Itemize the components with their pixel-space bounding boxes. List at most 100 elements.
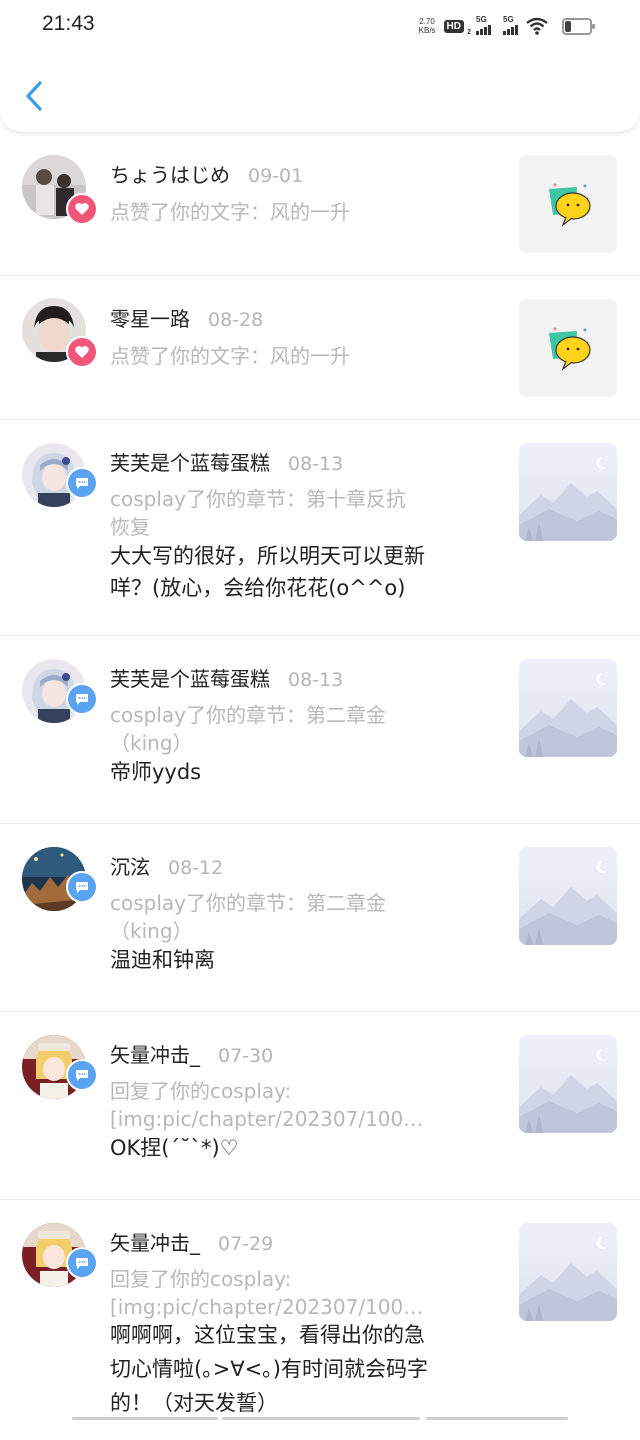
status-time: 21:43	[42, 12, 95, 35]
hd-icon: HD 2	[443, 19, 471, 36]
thumbnail[interactable]	[519, 847, 617, 945]
thumbnail[interactable]	[519, 299, 617, 397]
chat-bubble-icon	[76, 882, 88, 893]
chevron-left-icon	[26, 81, 42, 111]
mountain-placeholder-icon	[519, 659, 617, 757]
signal-icon-2: 5G	[503, 15, 518, 35]
date: 07-30	[218, 1045, 274, 1067]
status-icons: 2.70 KB/s HD 2 5G 5G	[419, 14, 595, 38]
notification-item[interactable]: 芙芙是个蓝莓蛋糕 08-13 cosplay了你的章节：第十章反抗 恢复 大大写的…	[0, 420, 640, 636]
content-line: 切心情啦(｡>∀<｡)有时间就会码字	[110, 1357, 428, 1381]
user-name[interactable]: 沉泫	[110, 855, 150, 879]
date: 08-28	[208, 309, 264, 331]
thumbnail[interactable]	[519, 155, 617, 253]
content-line: 啊啊啊，这位宝宝，看得出你的急	[110, 1323, 425, 1347]
action-line: cosplay了你的章节：第二章金	[110, 891, 386, 915]
network-speed-value: 2.70	[419, 17, 435, 26]
action-line: 恢复	[110, 515, 150, 539]
user-name[interactable]: 零星一路	[110, 307, 190, 331]
user-name-line: 芙芙是个蓝莓蛋糕 08-13	[110, 663, 343, 692]
scroll-indicator[interactable]	[426, 1417, 568, 1420]
notification-item[interactable]: 矢量冲击_ 07-29 回复了你的cosplay: [img:pic/chapte…	[0, 1200, 640, 1440]
comment-badge	[66, 1247, 98, 1279]
hd-label: HD	[446, 20, 461, 32]
thumbnail[interactable]	[519, 659, 617, 757]
user-name[interactable]: 芙芙是个蓝莓蛋糕	[110, 667, 270, 691]
battery-icon	[562, 17, 595, 35]
user-name-line: 矢量冲击_ 07-30	[110, 1039, 273, 1068]
like-badge	[66, 336, 98, 368]
chat-bubble-icon	[76, 1258, 88, 1269]
network-speed: 2.70 KB/s	[419, 17, 436, 35]
scroll-indicator[interactable]	[222, 1417, 420, 1420]
notification-item[interactable]: ちょうはじめ 09-01 点赞了你的文字：风的一升	[0, 134, 640, 276]
action-line: cosplay了你的章节：第十章反抗	[110, 487, 406, 511]
thumbnail[interactable]	[519, 1223, 617, 1321]
action-line: （king）	[110, 731, 193, 755]
date: 08-12	[168, 857, 224, 879]
content-line: 咩？(放心，会给你花花(o^^o)	[110, 576, 406, 600]
notification-item[interactable]: 芙芙是个蓝莓蛋糕 08-13 cosplay了你的章节：第二章金 （king） 帝…	[0, 636, 640, 824]
action-text: cosplay了你的章节：第二章金 （king）	[110, 889, 480, 945]
notification-item[interactable]: 沉泫 08-12 cosplay了你的章节：第二章金 （king） 温迪和钟离	[0, 824, 640, 1012]
action-text: 回复了你的cosplay: [img:pic/chapter/202307/10…	[110, 1265, 480, 1321]
heart-icon	[75, 203, 89, 215]
wifi-icon	[526, 17, 548, 35]
mountain-placeholder-icon	[519, 1035, 617, 1133]
thumbnail[interactable]	[519, 1035, 617, 1133]
back-button[interactable]	[20, 76, 50, 116]
comment-badge	[66, 1059, 98, 1091]
action-line: [img:pic/chapter/202307/100…	[110, 1107, 424, 1131]
chat-bubble-icon	[76, 478, 88, 489]
action-line: cosplay了你的章节：第二章金	[110, 703, 386, 727]
network-speed-unit: KB/s	[418, 26, 436, 35]
action-text: cosplay了你的章节：第二章金 （king）	[110, 701, 480, 757]
comment-badge	[66, 683, 98, 715]
scroll-indicator[interactable]	[72, 1417, 218, 1420]
mountain-placeholder-icon	[519, 847, 617, 945]
chat-sticker-icon	[549, 183, 591, 227]
comment-content: 大大写的很好，所以明天可以更新 咩？(放心，会给你花花(o^^o)	[110, 540, 480, 604]
user-name-line: 芙芙是个蓝莓蛋糕 08-13	[110, 447, 343, 476]
mountain-placeholder-icon	[519, 443, 617, 541]
mountain-placeholder-icon	[519, 1223, 617, 1321]
comment-content: 帝师yyds	[110, 760, 202, 784]
comment-badge	[66, 467, 98, 499]
user-name[interactable]: 矢量冲击_	[110, 1043, 200, 1067]
user-name-line: 零星一路 08-28	[110, 303, 263, 332]
notification-item[interactable]: 零星一路 08-28 点赞了你的文字：风的一升	[0, 276, 640, 420]
action-text: 点赞了你的文字：风的一升	[110, 344, 350, 368]
status-bar: 21:43 2.70 KB/s HD 2 5G 5G	[0, 0, 640, 52]
user-name[interactable]: ちょうはじめ	[110, 163, 230, 187]
action-line: [img:pic/chapter/202307/100…	[110, 1295, 424, 1319]
signal-label-2: 5G	[503, 15, 514, 24]
comment-content: 温迪和钟离	[110, 948, 215, 972]
action-line: （king）	[110, 919, 193, 943]
notification-item[interactable]: 矢量冲击_ 07-30 回复了你的cosplay: [img:pic/chapte…	[0, 1012, 640, 1200]
action-line: 回复了你的cosplay:	[110, 1267, 292, 1291]
action-line: 回复了你的cosplay:	[110, 1079, 292, 1103]
user-name-line: 矢量冲击_ 07-29	[110, 1227, 273, 1256]
heart-icon	[75, 346, 89, 358]
hd-sub: 2	[467, 28, 471, 36]
header	[0, 52, 640, 133]
action-text: cosplay了你的章节：第十章反抗 恢复	[110, 485, 480, 541]
user-name[interactable]: 芙芙是个蓝莓蛋糕	[110, 451, 270, 475]
chat-bubble-icon	[76, 694, 88, 705]
notification-list: ちょうはじめ 09-01 点赞了你的文字：风的一升 零星一路 08-28 点赞了…	[0, 134, 640, 1440]
comment-content: OK捏(´˘`*)♡	[110, 1136, 239, 1160]
comment-content: 啊啊啊，这位宝宝，看得出你的急 切心情啦(｡>∀<｡)有时间就会码字 的！（对天…	[110, 1318, 480, 1420]
content-line: 的！（对天发誓）	[110, 1391, 278, 1415]
action-text: 回复了你的cosplay: [img:pic/chapter/202307/10…	[110, 1077, 480, 1133]
date: 08-13	[288, 453, 344, 475]
comment-badge	[66, 871, 98, 903]
user-name[interactable]: 矢量冲击_	[110, 1231, 200, 1255]
date: 08-13	[288, 669, 344, 691]
action-text: 点赞了你的文字：风的一升	[110, 200, 350, 224]
content-line: 大大写的很好，所以明天可以更新	[110, 544, 425, 568]
user-name-line: 沉泫 08-12	[110, 851, 223, 880]
chat-bubble-icon	[76, 1070, 88, 1081]
thumbnail[interactable]	[519, 443, 617, 541]
date: 09-01	[248, 165, 304, 187]
date: 07-29	[218, 1233, 274, 1255]
